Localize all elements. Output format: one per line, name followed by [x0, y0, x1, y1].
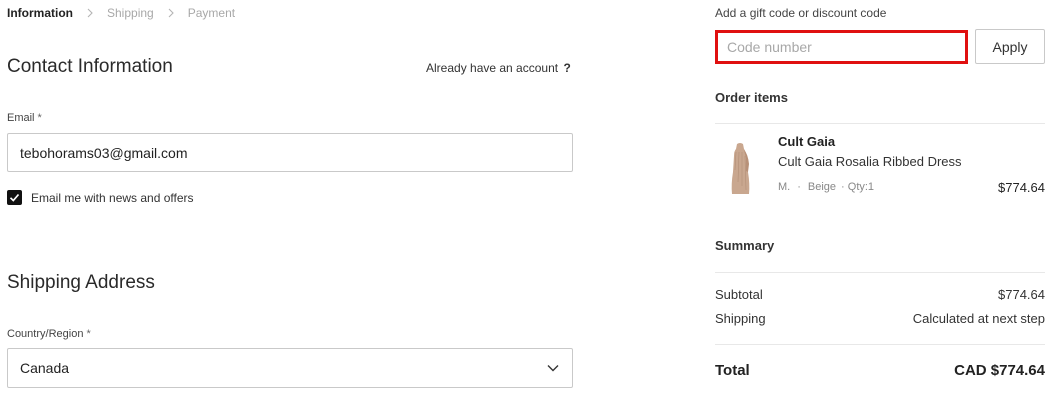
discount-code-input[interactable] [727, 39, 956, 55]
required-mark: * [37, 112, 42, 124]
product-variant: M. · Beige · Qty:1 [778, 181, 874, 193]
discount-code-field[interactable] [715, 30, 968, 64]
variant-separator: · [797, 181, 801, 193]
apply-button[interactable]: Apply [975, 29, 1045, 64]
email-field[interactable]: tebohorams03@gmail.com [7, 133, 573, 172]
required-mark: * [86, 328, 91, 340]
product-brand: Cult Gaia [778, 134, 836, 149]
newsletter-label: Email me with news and offers [31, 190, 194, 205]
breadcrumb-information[interactable]: Information [7, 6, 73, 20]
divider [715, 123, 1045, 124]
checkmark-icon [9, 193, 20, 202]
total-label: Total [715, 362, 750, 379]
divider [715, 344, 1045, 345]
country-select[interactable]: Canada [7, 348, 573, 388]
breadcrumb: Information Shipping Payment [7, 6, 235, 20]
breadcrumb-payment[interactable]: Payment [188, 6, 235, 20]
chevron-right-icon [85, 8, 95, 18]
product-price: $774.64 [998, 180, 1045, 195]
total-value: CAD $774.64 [954, 362, 1045, 379]
divider [715, 272, 1045, 273]
contact-heading: Contact Information [7, 56, 173, 77]
subtotal-value: $774.64 [998, 287, 1045, 302]
subtotal-label: Subtotal [715, 287, 763, 302]
order-items-heading: Order items [715, 90, 788, 105]
summary-heading: Summary [715, 238, 775, 253]
newsletter-checkbox[interactable] [7, 190, 22, 205]
email-label: Email * [7, 112, 42, 124]
login-link[interactable]: Already have an account ? [426, 61, 571, 75]
account-prompt: Already have an account [426, 61, 559, 75]
email-label-text: Email [7, 112, 35, 124]
shipping-heading: Shipping Address [7, 272, 155, 293]
discount-label: Add a gift code or discount code [715, 6, 887, 20]
email-value: tebohorams03@gmail.com [20, 144, 188, 161]
country-value: Canada [20, 360, 70, 376]
chevron-right-icon [166, 8, 176, 18]
product-name: Cult Gaia Rosalia Ribbed Dress [778, 154, 962, 169]
shipping-cost-value: Calculated at next step [912, 311, 1045, 326]
chevron-down-icon [547, 365, 559, 372]
newsletter-option[interactable]: Email me with news and offers [7, 190, 194, 205]
product-qty: · Qty:1 [841, 181, 875, 193]
account-link-mark: ? [563, 61, 571, 75]
product-size: M. [778, 181, 791, 193]
shipping-cost-label: Shipping [715, 311, 766, 326]
product-image [731, 143, 750, 194]
country-label: Country/Region * [7, 328, 91, 340]
product-color: Beige [807, 181, 837, 193]
breadcrumb-shipping[interactable]: Shipping [107, 6, 154, 20]
country-label-text: Country/Region [7, 328, 84, 340]
